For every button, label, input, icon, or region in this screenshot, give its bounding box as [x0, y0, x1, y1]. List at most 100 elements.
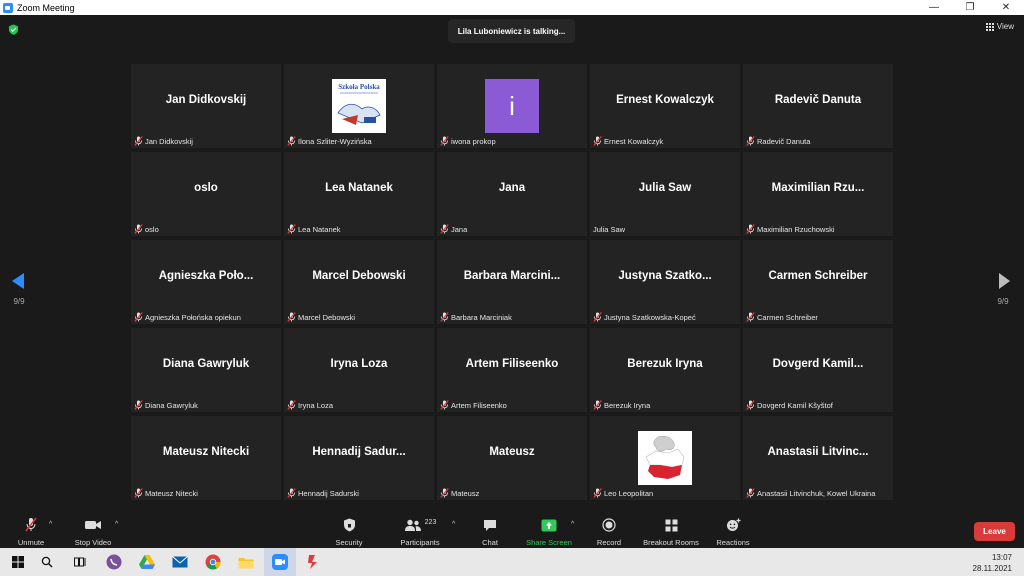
participant-tile[interactable]: Diana Gawryluk Diana Gawryluk	[131, 328, 281, 412]
participant-display-name: Artem Filiseenko	[465, 358, 559, 370]
participant-name-label: Maximilian Rzuchowski	[746, 223, 835, 235]
share-screen-icon	[541, 519, 557, 531]
google-drive-icon[interactable]	[138, 553, 156, 571]
mic-muted-icon	[287, 488, 296, 498]
participant-name-text: Mateusz Nitecki	[145, 488, 198, 498]
participants-options-caret-icon[interactable]: ^	[452, 521, 455, 528]
system-clock[interactable]: 13:07 28.11.2021	[973, 552, 1012, 574]
participant-tile[interactable]: Berezuk Iryna Berezuk Iryna	[590, 328, 740, 412]
task-view-icon[interactable]	[71, 553, 89, 571]
mic-muted-icon	[134, 312, 143, 322]
encryption-shield-icon[interactable]	[8, 24, 19, 35]
clock-time: 13:07	[991, 553, 1012, 562]
chrome-icon[interactable]	[204, 553, 222, 571]
unmute-label: Unmute	[17, 538, 45, 547]
participant-tile[interactable]: Carmen Schreiber Carmen Schreiber	[743, 240, 893, 324]
participant-tile[interactable]: Szkoła Polska Ilona Szliter-Wyzińska	[284, 64, 434, 148]
participant-display-name: Anastasii Litvinc...	[767, 446, 869, 458]
participant-avatar: i	[485, 79, 539, 133]
participant-tile[interactable]: Justyna Szatko... Justyna Szatkowska-Kope…	[590, 240, 740, 324]
participant-name-label: Mateusz	[440, 487, 479, 499]
participant-tile[interactable]: oslo oslo	[131, 152, 281, 236]
breakout-rooms-button[interactable]: Breakout Rooms	[640, 517, 702, 547]
share-options-caret-icon[interactable]: ^	[571, 521, 574, 528]
leave-button[interactable]: Leave	[974, 522, 1015, 541]
search-icon[interactable]	[38, 553, 56, 571]
participant-tile[interactable]: Ernest Kowalczyk Ernest Kowalczyk	[590, 64, 740, 148]
participants-label: Participants	[400, 538, 440, 547]
participant-name-label: Ernest Kowalczyk	[593, 135, 663, 147]
security-shield-icon	[343, 518, 355, 532]
participant-display-name: Mateusz Nitecki	[162, 446, 250, 458]
participant-tile[interactable]: Jana Jana	[437, 152, 587, 236]
participant-tile[interactable]: Anastasii Litvinc... Anastasii Litvinchuk…	[743, 416, 893, 500]
audio-options-caret-icon[interactable]: ^	[49, 521, 52, 528]
participants-button[interactable]: 223 Participants	[396, 517, 444, 548]
participant-name-text: Carmen Schreiber	[757, 312, 818, 322]
previous-page-arrow-icon[interactable]	[12, 273, 24, 289]
zoom-taskbar-icon[interactable]	[264, 548, 296, 576]
chat-button[interactable]: Chat	[476, 517, 504, 547]
participant-name-label: Diana Gawryluk	[134, 399, 198, 411]
mic-muted-icon	[440, 488, 449, 498]
participant-tile[interactable]: Iryna Loza Iryna Loza	[284, 328, 434, 412]
record-label: Record	[596, 538, 622, 547]
participant-name-label: Jan Didkovskij	[134, 135, 193, 147]
next-page-arrow-icon[interactable]	[999, 273, 1010, 289]
mic-muted-icon	[287, 224, 296, 234]
close-button[interactable]: ✕	[988, 0, 1024, 15]
reactions-button[interactable]: Reactions	[713, 517, 753, 547]
participant-display-name: Barbara Marcini...	[463, 270, 561, 282]
participant-name-label: Ilona Szliter-Wyzińska	[287, 135, 372, 147]
participant-tile[interactable]: Artem Filiseenko Artem Filiseenko	[437, 328, 587, 412]
participant-tile[interactable]: Maximilian Rzu... Maximilian Rzuchowski	[743, 152, 893, 236]
participant-tile[interactable]: i iwona prokop	[437, 64, 587, 148]
participant-name-label: Agnieszka Połońska opiekun	[134, 311, 241, 323]
mail-icon[interactable]	[171, 553, 189, 571]
view-button[interactable]: View	[985, 22, 1014, 31]
stop-video-label: Stop Video	[74, 538, 112, 547]
participant-display-name: Diana Gawryluk	[162, 358, 250, 370]
participant-display-name: Maximilian Rzu...	[771, 182, 865, 194]
participant-tile[interactable]: Radevič Danuta Radevič Danuta	[743, 64, 893, 148]
mic-muted-icon	[440, 312, 449, 322]
participant-name-label: Leo Leopolitan	[593, 487, 653, 499]
participant-name-label: Iryna Loza	[287, 399, 333, 411]
participant-name-text: Berezuk Iryna	[604, 400, 651, 410]
mic-muted-icon	[134, 488, 143, 498]
participant-tile[interactable]: Dovgerd Kamil... Dovgerd Kamil Kšyštof	[743, 328, 893, 412]
participant-tile[interactable]: Mateusz Mateusz	[437, 416, 587, 500]
file-explorer-icon[interactable]	[237, 553, 255, 571]
security-label: Security	[335, 538, 363, 547]
participant-display-name: Radevič Danuta	[774, 94, 862, 106]
record-button[interactable]: Record	[594, 517, 624, 547]
restore-button[interactable]: ❐	[952, 0, 988, 15]
participant-name-text: Justyna Szatkowska-Kopeć	[604, 312, 696, 322]
participant-tile[interactable]: Leo Leopolitan	[590, 416, 740, 500]
participant-tile[interactable]: Lea Natanek Lea Natanek	[284, 152, 434, 236]
participant-tile[interactable]: Jan Didkovskij Jan Didkovskij	[131, 64, 281, 148]
share-screen-button[interactable]: Share Screen	[524, 517, 574, 547]
windows-start-icon[interactable]	[9, 553, 27, 571]
viber-icon[interactable]	[105, 553, 123, 571]
participant-tile[interactable]: Mateusz Nitecki Mateusz Nitecki	[131, 416, 281, 500]
participant-tile[interactable]: Julia Saw Julia Saw	[590, 152, 740, 236]
minimize-button[interactable]: —	[916, 0, 952, 15]
video-options-caret-icon[interactable]: ^	[115, 521, 118, 528]
participant-tile[interactable]: Barbara Marcini... Barbara Marciniak	[437, 240, 587, 324]
participant-name-text: Barbara Marciniak	[451, 312, 512, 322]
participant-tile[interactable]: Hennadij Sadur... Hennadij Sadurski	[284, 416, 434, 500]
participant-name-label: Julia Saw	[593, 223, 625, 235]
participant-tile[interactable]: Agnieszka Poło... Agnieszka Połońska opie…	[131, 240, 281, 324]
mic-muted-icon	[746, 224, 755, 234]
mic-muted-icon	[440, 224, 449, 234]
app-icon[interactable]	[304, 553, 322, 571]
participant-tile[interactable]: Marcel Debowski Marcel Debowski	[284, 240, 434, 324]
meeting-area: Lila Luboniewicz is talking... View 9/9 …	[0, 15, 1024, 513]
reactions-smiley-icon	[726, 518, 740, 531]
mic-muted-icon	[593, 312, 602, 322]
unmute-button[interactable]: Unmute	[14, 517, 48, 547]
stop-video-button[interactable]: Stop Video	[70, 517, 116, 547]
window-title: Zoom Meeting	[17, 2, 75, 13]
security-button[interactable]: Security	[332, 517, 366, 547]
